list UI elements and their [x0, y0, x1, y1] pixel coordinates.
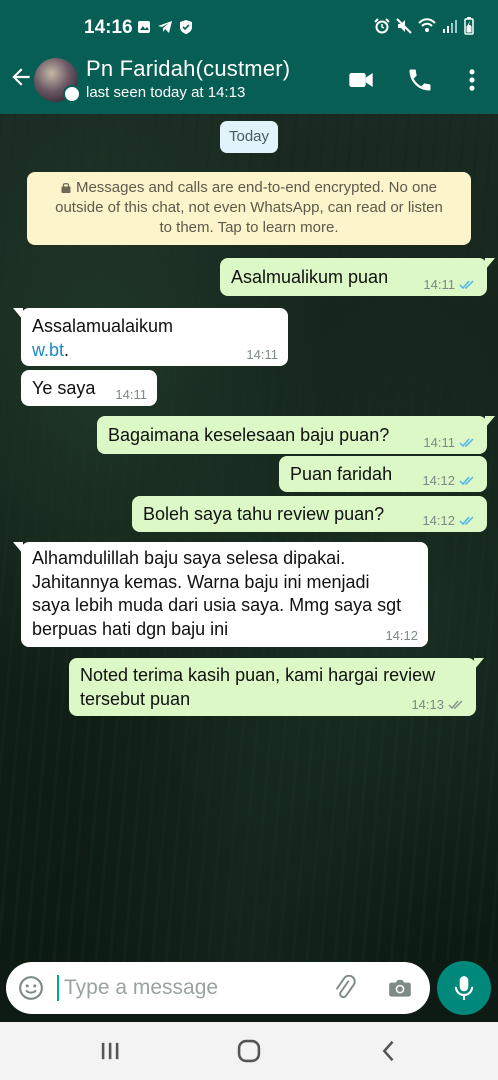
- message-text: Assalamualaikum w.bt.: [32, 314, 173, 362]
- camera-icon[interactable]: [387, 975, 413, 1001]
- message-composer: [6, 962, 430, 1014]
- message-bubble-outgoing[interactable]: Noted terima kasih puan, kami hargai rev…: [69, 658, 484, 716]
- bubble-tail: [485, 416, 495, 428]
- emoji-icon[interactable]: [18, 975, 44, 1001]
- message-text: Alhamdulillah baju saya selesa dipakai. …: [32, 547, 401, 641]
- status-bar: 14:16: [0, 0, 498, 44]
- message-bubble-incoming[interactable]: Assalamualaikum w.bt. 14:11: [13, 308, 288, 366]
- message-time: 14:11: [423, 435, 455, 450]
- last-seen: last seen today at 14:13: [86, 84, 246, 101]
- message-line: saya lebih muda dari usia saya. Mmg saya…: [32, 595, 402, 615]
- encryption-notice-line: outside of this chat, not even WhatsApp,…: [55, 199, 443, 216]
- message-text: Noted terima kasih puan, kami hargai rev…: [80, 663, 435, 711]
- lock-icon: [61, 183, 71, 193]
- mic-icon: [454, 976, 474, 1000]
- message-meta: 14:11: [115, 387, 147, 402]
- message-time: 14:11: [246, 347, 278, 362]
- message-line: Noted terima kasih puan, kami hargai rev…: [80, 665, 436, 685]
- message-text-suffix: .: [64, 340, 70, 360]
- encryption-notice-line: Messages and calls are end-to-end encryp…: [75, 179, 438, 196]
- message-text: Puan faridah: [290, 464, 393, 484]
- message-bubble-incoming[interactable]: Ye saya 14:11: [21, 370, 157, 406]
- message-text: Boleh saya tahu review puan?: [143, 504, 385, 524]
- encryption-notice-line: to them. Tap to learn more.: [159, 219, 339, 236]
- back-nav-icon[interactable]: [375, 1037, 403, 1065]
- more-vert-icon[interactable]: [458, 66, 486, 94]
- telegram-notification-icon: [158, 21, 172, 33]
- home-icon[interactable]: [235, 1037, 263, 1065]
- alarm-icon: [374, 18, 390, 34]
- verified-badge-icon: [63, 85, 81, 103]
- message-meta: 14:12: [422, 513, 477, 528]
- battery-icon: [464, 17, 474, 35]
- message-time: 14:12: [422, 473, 455, 488]
- message-bubble-outgoing[interactable]: Puan faridah 14:12: [279, 456, 487, 492]
- chat-area[interactable]: Today Messages and calls are end-to-end …: [0, 114, 498, 962]
- message-text: Bagaimana keselesaan baju puan?: [108, 425, 390, 445]
- gallery-notification-icon: [138, 21, 150, 33]
- status-time: 14:16: [84, 17, 133, 38]
- message-line: berpuas hati dgn baju ini: [32, 618, 229, 639]
- message-link[interactable]: w.bt: [32, 340, 64, 360]
- message-time: 14:11: [423, 277, 455, 292]
- message-input[interactable]: [64, 971, 334, 1005]
- mute-icon: [396, 18, 412, 34]
- bubble-tail: [485, 258, 495, 270]
- arrow-left-icon[interactable]: [8, 64, 34, 90]
- message-meta: 14:12: [385, 628, 418, 643]
- system-nav-bar: [0, 1022, 498, 1080]
- message-line: tersebut puan: [80, 689, 191, 709]
- bubble-tail: [474, 658, 484, 670]
- paperclip-icon[interactable]: [332, 975, 358, 1001]
- message-line: Alhamdulillah baju saya selesa dipakai.: [32, 548, 346, 568]
- double-check-read-icon: [459, 280, 474, 290]
- mic-button[interactable]: [437, 961, 491, 1015]
- signal-icon: [443, 20, 457, 33]
- message-meta: 14:11: [423, 277, 477, 292]
- message-meta: 14:13: [411, 697, 466, 712]
- date-chip: Today: [220, 121, 278, 153]
- message-bubble-outgoing[interactable]: Boleh saya tahu review puan? 14:12: [132, 496, 487, 532]
- status-left-icons: [137, 19, 193, 35]
- recent-apps-icon[interactable]: [96, 1037, 124, 1065]
- message-time: 14:11: [115, 387, 147, 402]
- bubble-tail: [13, 308, 23, 320]
- encryption-notice[interactable]: Messages and calls are end-to-end encryp…: [27, 172, 471, 245]
- video-call-icon[interactable]: [347, 66, 375, 94]
- double-check-read-icon: [459, 476, 474, 486]
- bubble-tail: [13, 542, 23, 554]
- double-check-read-icon: [459, 438, 474, 448]
- message-text: Asalmualikum puan: [231, 267, 389, 287]
- text-caret: [57, 975, 59, 1001]
- message-line: Jahitannya kemas. Warna baju ini menjadi: [32, 571, 370, 592]
- message-bubble-outgoing[interactable]: Bagaimana keselesaan baju puan? 14:11: [97, 416, 495, 454]
- message-bubble-outgoing[interactable]: Asalmualikum puan 14:11: [220, 258, 495, 296]
- message-bubble-incoming[interactable]: Alhamdulillah baju saya selesa dipakai. …: [13, 542, 428, 647]
- message-line: Assalamualaikum: [32, 316, 174, 336]
- message-time: 14:12: [385, 628, 418, 643]
- status-right-icons: [374, 17, 474, 35]
- double-check-delivered-icon: [448, 700, 463, 710]
- message-meta: 14:11: [423, 435, 477, 450]
- message-time: 14:12: [422, 513, 455, 528]
- chat-header: Pn Faridah(custmer) last seen today at 1…: [0, 44, 498, 114]
- wifi-icon: [418, 18, 436, 32]
- shield-notification-icon: [180, 20, 192, 34]
- message-time: 14:13: [411, 697, 444, 712]
- phone-icon[interactable]: [406, 66, 434, 94]
- contact-name[interactable]: Pn Faridah(custmer): [86, 56, 290, 82]
- double-check-read-icon: [459, 516, 474, 526]
- message-meta: 14:12: [422, 473, 477, 488]
- message-meta: 14:11: [246, 347, 278, 362]
- message-text: Ye saya: [32, 378, 96, 398]
